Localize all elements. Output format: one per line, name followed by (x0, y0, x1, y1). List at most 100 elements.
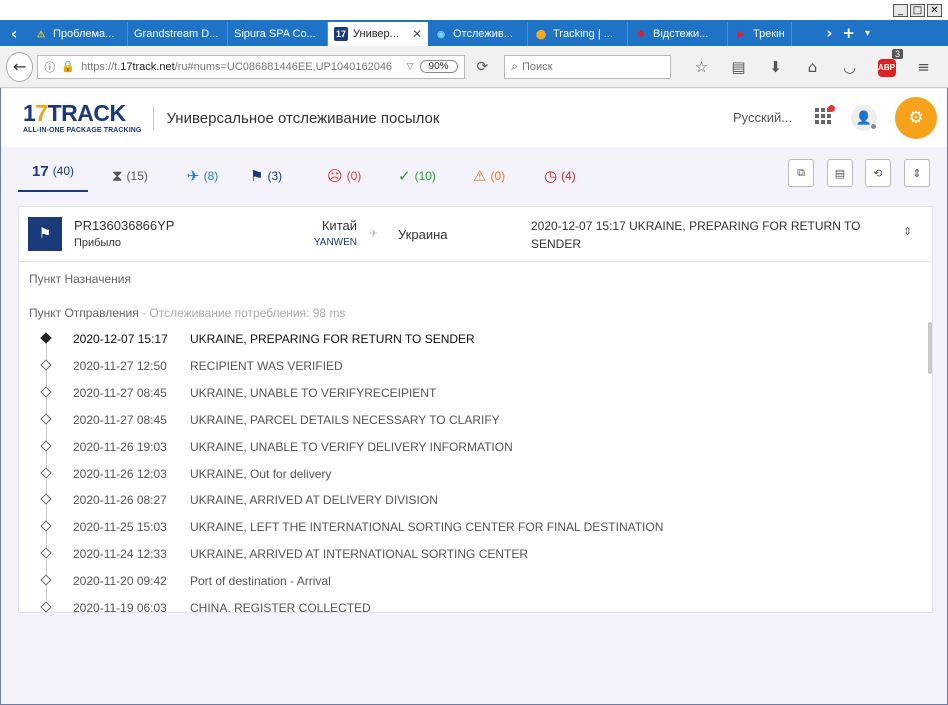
filter-pick-up[interactable]: ⚑ (3) (250, 166, 282, 186)
close-tab-icon[interactable]: ✕ (412, 27, 422, 41)
all-icon: 17 (32, 162, 49, 180)
tab-label: Відстежи... (653, 28, 709, 40)
site-logo[interactable]: 17TRACK ALL-IN-ONE PACKAGE TRACKING (23, 102, 141, 135)
undelivered-icon: ☹ (327, 167, 343, 185)
event-time: 2020-11-20 09:42 (73, 574, 167, 589)
filter-count: (0) (346, 169, 362, 183)
event-time: 2020-11-24 12:33 (73, 547, 167, 562)
refresh-button[interactable]: ⟲ (865, 159, 891, 187)
pick-up-icon: ⚑ (250, 167, 264, 185)
minimize-button[interactable]: _ (893, 4, 908, 17)
url-dropdown-icon[interactable]: ▽ (407, 62, 414, 72)
event-description: UKRAINE, ARRIVED AT DELIVERY DIVISION (190, 493, 438, 508)
browser-tab[interactable]: ▶ Трекінг (728, 22, 792, 46)
event-time: 2020-11-26 08:27 (73, 493, 167, 508)
reader-list-icon[interactable]: ▤ (720, 58, 757, 76)
timeline-dot-icon (40, 386, 52, 398)
search-box[interactable]: ⌕ (504, 54, 671, 79)
zoom-level-badge[interactable]: 90% (419, 60, 458, 73)
lock-icon[interactable]: 🔒 (61, 60, 75, 73)
event-description: UKRAINE, UNABLE TO VERIFY DELIVERY INFOR… (190, 439, 513, 454)
browser-tab[interactable]: 17 Универ... ✕ (328, 22, 428, 46)
event-description: UKRAINE, UNABLE TO VERIFYRECEIPIENT (190, 385, 437, 400)
timeline-dot-icon (40, 439, 52, 452)
home-icon[interactable]: ⌂ (794, 58, 831, 76)
filter-not-found[interactable]: ⧗ (15) (112, 166, 148, 186)
tabs-scroll-left-button[interactable]: ‹ (0, 20, 28, 46)
navigation-toolbar: ← ⓘ 🔒 https://t.17track.net/ru#nums=UC08… (0, 46, 948, 88)
window-controls: _ □ ✕ (893, 4, 942, 17)
adblock-icon[interactable]: ABP 3 (868, 49, 905, 77)
tab-favicon-icon: ◉ (437, 28, 445, 39)
info-icon[interactable]: ⓘ (44, 59, 55, 75)
destination-country: Украина (398, 227, 448, 242)
package-summary-row[interactable]: ⚑ PR136036866YP Прибыло Китай YANWEN ✈ У… (19, 207, 932, 262)
latest-event: 2020-12-07 15:17 UKRAINE, PREPARING FOR … (531, 219, 861, 251)
filter-expired[interactable]: ◷ (4) (544, 166, 576, 186)
browser-tab[interactable]: ⚠ Проблема... (28, 22, 128, 46)
event-time: 2020-11-27 08:45 (73, 412, 167, 427)
timeline-dot-icon (40, 601, 52, 612)
tab-label: Универ... (353, 28, 399, 40)
reload-icon[interactable]: ⟳ (477, 59, 489, 75)
event-time: 2020-11-25 15:03 (73, 520, 167, 535)
new-tab-button[interactable]: + (842, 24, 855, 42)
event-time: 2020-11-19 06:03 (73, 601, 167, 613)
event-description: UKRAINE, PARCEL DETAILS NECESSARY TO CLA… (190, 412, 500, 427)
filter-in-transit[interactable]: ✈ (8) (187, 166, 218, 186)
timeline-event: 2020-11-26 12:03 UKRAINE, Out for deliver… (19, 467, 919, 494)
url-text: https://t.17track.net/ru#nums=UC08688144… (81, 60, 393, 73)
timeline-dot-icon (40, 547, 52, 559)
copy-button[interactable]: ⧉ (788, 159, 814, 187)
filter-all[interactable]: 17 (40) (18, 152, 89, 192)
filter-count: (15) (126, 169, 148, 183)
timeline-event: 2020-11-26 08:27 UKRAINE, ARRIVED AT DELI… (19, 493, 919, 520)
filter-count: (10) (414, 169, 436, 183)
filter-count: (3) (267, 169, 283, 183)
timeline-dot-icon (40, 574, 52, 586)
timeline-dot-icon (40, 359, 52, 371)
event-description: CHINA, REGISTER COLLECTED (190, 601, 371, 613)
tab-list-menu-button[interactable]: ▾ (865, 28, 870, 39)
bookmark-star-icon[interactable]: ☆ (683, 58, 720, 76)
download-icon[interactable]: ⬇ (757, 58, 794, 76)
tabs-scroll-right-button[interactable]: › (826, 24, 832, 42)
maximize-button[interactable]: □ (910, 4, 925, 17)
sort-button[interactable]: ⇕ (904, 159, 930, 187)
filter-delivered[interactable]: ✓ (10) (398, 166, 436, 186)
export-button[interactable]: ▤ (827, 159, 853, 187)
timeline-event: 2020-11-27 12:50 RECIPIENT WAS VERIFIED (19, 359, 919, 386)
close-window-button[interactable]: ✕ (927, 4, 942, 17)
origin-country: Китай (321, 218, 357, 233)
language-selector[interactable]: Русский... (733, 110, 792, 125)
browser-tab[interactable]: Sipura SPA Co... (228, 22, 328, 46)
timeline-event: 2020-11-19 06:03 CHINA, REGISTER COLLECTE… (19, 601, 919, 613)
timeline-event: 2020-11-20 09:42 Port of destination - Ar… (19, 574, 919, 601)
event-description: UKRAINE, ARRIVED AT INTERNATIONAL SORTIN… (190, 547, 529, 562)
event-description: UKRAINE, Out for delivery (190, 466, 332, 481)
alert-icon: ⚠ (473, 167, 487, 185)
address-bar[interactable]: ⓘ 🔒 https://t.17track.net/ru#nums=UC0868… (37, 54, 465, 79)
tab-favicon-icon: ⬤ (535, 28, 547, 39)
search-input[interactable] (522, 60, 664, 73)
browser-tab[interactable]: ✱ Відстежи... (628, 22, 728, 46)
track-action-button[interactable]: ⚙ (895, 97, 937, 139)
filter-undelivered[interactable]: ☹ (0) (327, 166, 361, 186)
toolbar-icons: ☆ ▤ ⬇ ⌂ ◡ ABP 3 ≡ (683, 49, 942, 77)
browser-tab[interactable]: ◉ Отслежив... (428, 22, 528, 46)
carrier-link[interactable]: YANWEN (301, 237, 357, 248)
filter-alert[interactable]: ⚠ (0) (473, 166, 505, 186)
page-title: Универсальное отслеживание посылок (166, 109, 440, 127)
tab-favicon-icon: ⚠ (36, 28, 46, 39)
collapse-icon[interactable]: ⇕ (903, 225, 912, 238)
back-button[interactable]: ← (6, 51, 34, 82)
event-description: Port of destination - Arrival (190, 574, 331, 589)
browser-tab[interactable]: ⬤ Tracking | ... (528, 22, 628, 46)
event-time: 2020-11-26 19:03 (73, 439, 167, 454)
menu-hamburger-icon[interactable]: ≡ (905, 58, 942, 76)
browser-tab[interactable]: Grandstream D... (128, 22, 228, 46)
pocket-icon[interactable]: ◡ (831, 58, 868, 76)
tracking-number[interactable]: PR136036866YP (74, 218, 174, 233)
header-divider (153, 106, 155, 130)
scrollbar-thumb[interactable] (928, 322, 932, 374)
